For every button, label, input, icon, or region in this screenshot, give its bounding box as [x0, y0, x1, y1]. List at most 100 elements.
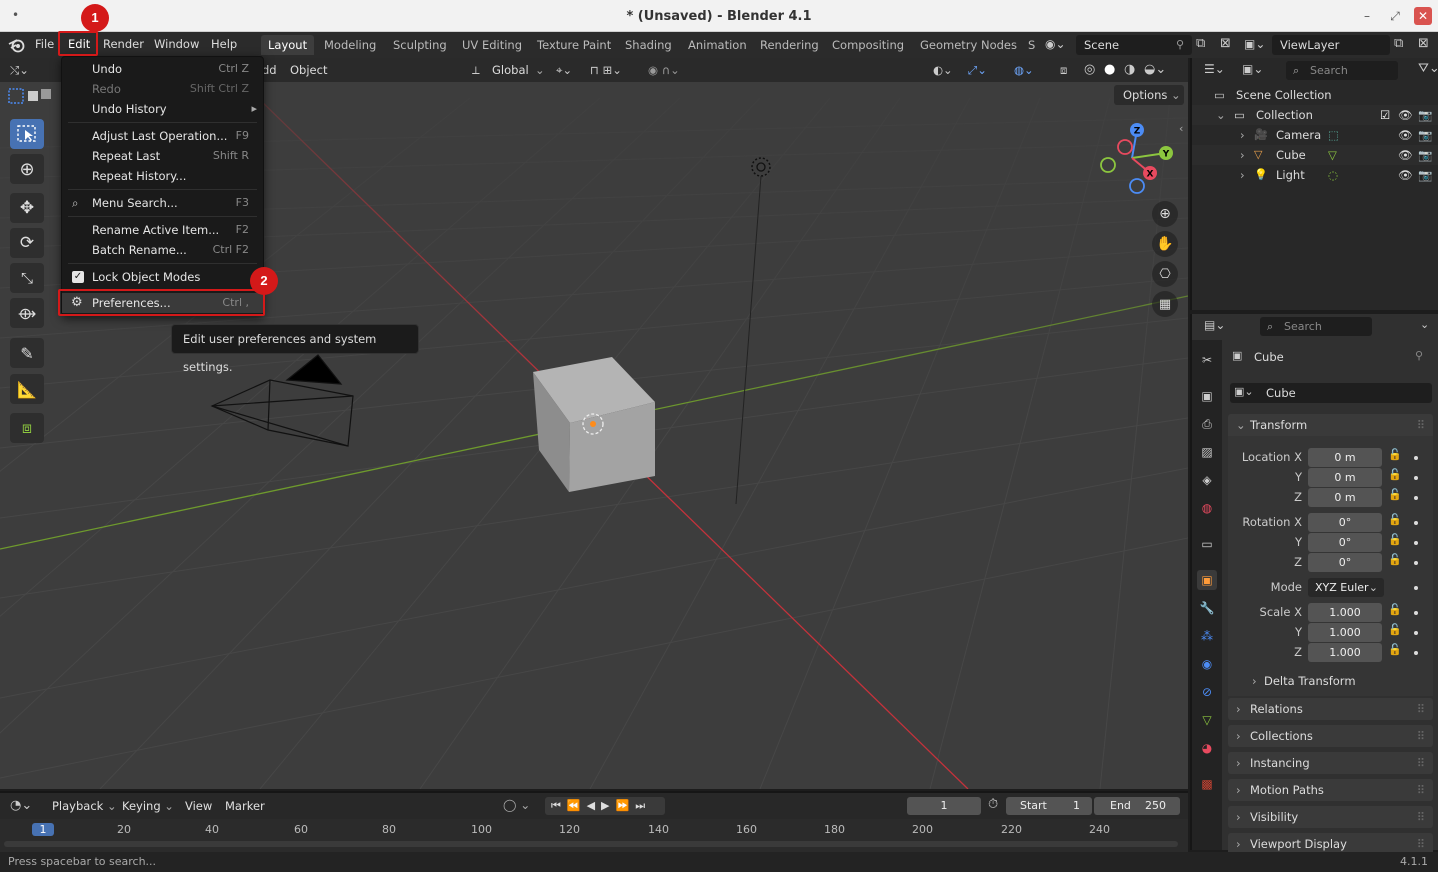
- scene-icon[interactable]: ◉⌄: [1045, 37, 1066, 51]
- lock-icon[interactable]: 🔓: [1388, 533, 1402, 546]
- snap-icon[interactable]: ⊓ ⊞⌄: [590, 61, 622, 79]
- undo-menu-item[interactable]: Undo Ctrl Z: [62, 59, 263, 79]
- rotation-z-field[interactable]: 0°: [1308, 553, 1382, 572]
- scene-collection-row[interactable]: ▭ Scene Collection: [1192, 85, 1438, 105]
- drag-handle-icon[interactable]: ⠿: [1417, 698, 1425, 720]
- properties-editor-icon[interactable]: ▤⌄: [1204, 318, 1225, 332]
- modifier-tab-icon[interactable]: 🔧: [1197, 598, 1217, 618]
- menu-window[interactable]: Window: [154, 37, 199, 51]
- chevron-right-icon[interactable]: ›: [1240, 145, 1245, 165]
- menu-search-menu-item[interactable]: ⌕ Menu Search... F3: [62, 193, 263, 213]
- rotation-mode-dropdown[interactable]: XYZ Euler ⌄: [1308, 578, 1384, 597]
- render-tab-icon[interactable]: ▣: [1197, 386, 1217, 406]
- proportional-edit-icon[interactable]: ◉ ∩⌄: [648, 61, 680, 79]
- timeline-editor-icon[interactable]: ◔⌄: [10, 798, 32, 813]
- shading-solid-icon[interactable]: ●: [1104, 61, 1115, 79]
- transform-tool[interactable]: ⟴: [10, 298, 44, 328]
- gizmo-icon[interactable]: ⤢⌄: [968, 61, 987, 79]
- keyframe-dot-icon[interactable]: [1414, 521, 1418, 525]
- texture-tab-icon[interactable]: ▩: [1197, 774, 1217, 794]
- shading-wire-icon[interactable]: ◎: [1084, 61, 1095, 79]
- object-data-icon[interactable]: ⬚: [1328, 125, 1339, 145]
- end-frame-field[interactable]: End 250: [1094, 797, 1180, 815]
- playback-controls[interactable]: ⏮⏪◀▶⏩⏭: [545, 797, 665, 815]
- location-z-field[interactable]: 0 m: [1308, 488, 1382, 507]
- outliner-search[interactable]: ⌕ Search: [1286, 61, 1398, 80]
- collection-tab-icon[interactable]: ▭: [1197, 534, 1217, 554]
- eye-icon[interactable]: 👁: [1398, 165, 1413, 185]
- delete-view-layer-icon[interactable]: ⊠: [1418, 36, 1429, 51]
- filter-icon[interactable]: ⛛⌄: [1418, 61, 1438, 76]
- workspace-tab-compositing[interactable]: Compositing: [825, 35, 911, 55]
- particles-tab-icon[interactable]: ⁂: [1197, 626, 1217, 646]
- delta-transform-header[interactable]: › Delta Transform: [1236, 670, 1426, 692]
- marker-menu[interactable]: Marker: [225, 799, 265, 813]
- lock-icon[interactable]: 🔓: [1388, 623, 1402, 636]
- drag-handle-icon[interactable]: ⠿: [1417, 752, 1425, 774]
- keying-menu[interactable]: Keying ⌄: [122, 799, 174, 813]
- lock-icon[interactable]: 🔓: [1388, 553, 1402, 566]
- display-mode-icon[interactable]: ▣⌄: [1242, 62, 1263, 76]
- drag-handle-icon[interactable]: ⠿: [1417, 779, 1425, 801]
- scene-field[interactable]: Scene: [1076, 35, 1192, 55]
- rename-active-menu-item[interactable]: Rename Active Item... F2: [62, 220, 263, 240]
- select-box-tool[interactable]: [10, 119, 44, 149]
- close-button[interactable]: ✕: [1414, 7, 1432, 25]
- menu-help[interactable]: Help: [211, 37, 237, 51]
- object-menu[interactable]: Object: [290, 61, 327, 79]
- preview-range-icon[interactable]: ⏱: [988, 797, 998, 812]
- workspace-tab-animation[interactable]: Animation: [681, 35, 754, 55]
- chevron-down-icon[interactable]: ⌄: [1420, 318, 1429, 331]
- visibility-icon[interactable]: ◐⌄: [933, 61, 953, 79]
- rotation-y-field[interactable]: 0°: [1308, 533, 1382, 552]
- drag-handle-icon[interactable]: ⠿: [1417, 806, 1425, 828]
- lock-object-modes-menu-item[interactable]: ✓ Lock Object Modes: [62, 267, 263, 287]
- eye-icon[interactable]: 👁: [1398, 145, 1413, 165]
- undo-history-menu-item[interactable]: Undo History ▸: [62, 99, 263, 119]
- scale-z-field[interactable]: 1.000: [1308, 643, 1382, 662]
- constraints-tab-icon[interactable]: ⊘: [1197, 682, 1217, 702]
- properties-search[interactable]: ⌕ Search: [1260, 317, 1372, 336]
- object-data-icon[interactable]: ◌: [1328, 165, 1338, 185]
- object-name-field[interactable]: ▣⌄ Cube: [1230, 383, 1432, 403]
- physics-tab-icon[interactable]: ◉: [1197, 654, 1217, 674]
- transform-panel-header[interactable]: ⌄ Transform ⠿: [1228, 414, 1433, 436]
- move-tool[interactable]: ✥: [10, 193, 44, 223]
- rotation-x-field[interactable]: 0°: [1308, 513, 1382, 532]
- keyframe-dot-icon[interactable]: [1414, 541, 1418, 545]
- chevron-right-icon[interactable]: ›: [1240, 165, 1245, 185]
- options-dropdown[interactable]: Options ⌄: [1114, 85, 1184, 105]
- material-tab-icon[interactable]: ◕: [1197, 738, 1217, 758]
- data-tab-icon[interactable]: ▽: [1197, 710, 1217, 730]
- workspace-tab-uv-editing[interactable]: UV Editing: [455, 35, 529, 55]
- object-data-icon[interactable]: ▽: [1328, 145, 1337, 165]
- render-camera-icon[interactable]: 📷: [1418, 125, 1432, 145]
- eye-icon[interactable]: 👁: [1398, 125, 1413, 145]
- keyframe-dot-icon[interactable]: [1414, 611, 1418, 615]
- panel-instancing[interactable]: › Instancing ⠿: [1228, 752, 1433, 774]
- outliner-item-camera[interactable]: › 🎥 Camera ⬚ 👁 📷: [1192, 125, 1438, 145]
- menu-file[interactable]: File: [35, 37, 54, 51]
- blender-logo-icon[interactable]: [8, 37, 26, 53]
- collection-row[interactable]: ⌄ ▭ Collection ☑ 👁 📷: [1192, 105, 1438, 125]
- workspace-tab-modeling[interactable]: Modeling: [317, 35, 383, 55]
- render-camera-icon[interactable]: 📷: [1418, 165, 1432, 185]
- view-layer-icon[interactable]: ▣⌄: [1244, 37, 1265, 51]
- current-frame-marker[interactable]: 1: [32, 823, 54, 836]
- location-y-field[interactable]: 0 m: [1308, 468, 1382, 487]
- shading-material-icon[interactable]: ◑: [1124, 61, 1135, 79]
- annotate-tool[interactable]: ✎: [10, 338, 44, 368]
- adjust-last-menu-item[interactable]: Adjust Last Operation... F9: [62, 126, 263, 146]
- lock-icon[interactable]: 🔓: [1388, 643, 1402, 656]
- auto-keying-icon[interactable]: ◯ ⌄: [503, 798, 530, 812]
- chevron-down-icon[interactable]: ⌄: [1216, 105, 1226, 125]
- editor-type-icon[interactable]: ⤭⌄: [10, 61, 29, 79]
- sidebar-toggle-icon[interactable]: ‹: [1179, 122, 1183, 135]
- drag-handle-icon[interactable]: ⠿: [1417, 725, 1425, 747]
- start-frame-field[interactable]: Start 1: [1006, 797, 1092, 815]
- workspace-tab-s[interactable]: S: [1021, 35, 1042, 55]
- pan-hand-icon[interactable]: ✋: [1152, 231, 1178, 257]
- menu-render[interactable]: Render: [103, 37, 144, 51]
- lock-icon[interactable]: 🔓: [1388, 513, 1402, 526]
- redo-menu-item[interactable]: Redo Shift Ctrl Z: [62, 79, 263, 99]
